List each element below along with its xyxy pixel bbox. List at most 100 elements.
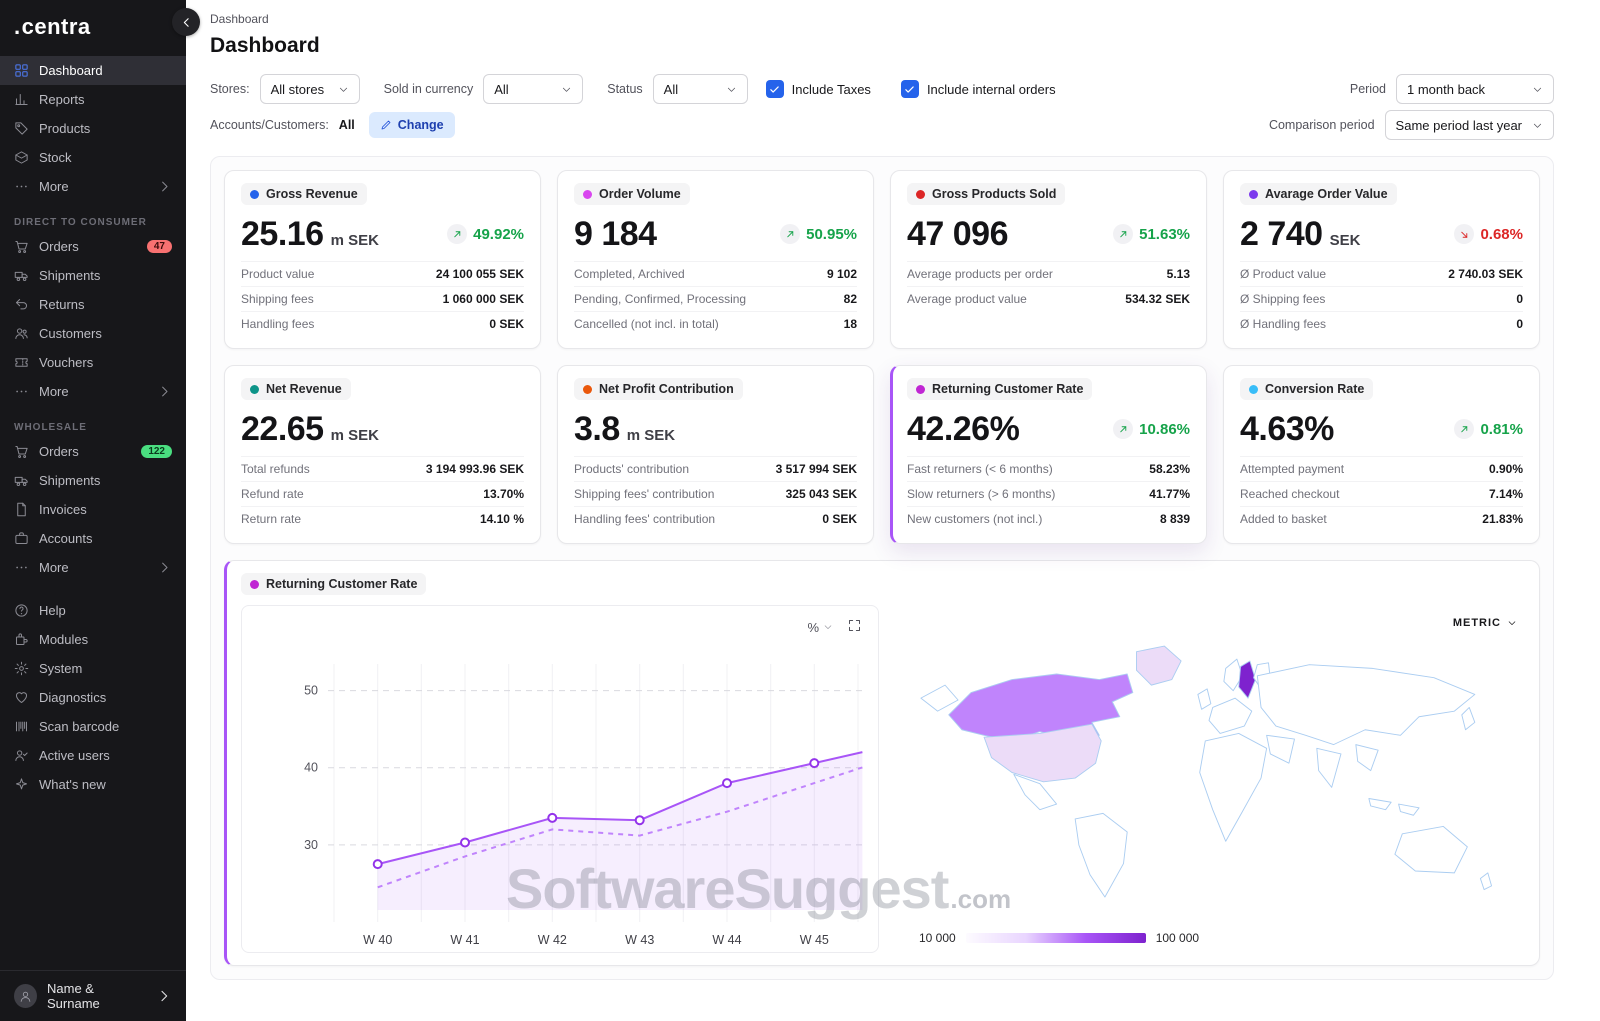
sidebar-item-products[interactable]: Products <box>0 114 186 143</box>
metric-card-returning-customer-rate[interactable]: Returning Customer Rate 42.26% 10.86% Fa… <box>890 365 1207 544</box>
metric-card-gross-products-sold[interactable]: Gross Products Sold 47 096 51.63% Averag… <box>890 170 1207 349</box>
metric-badge: Net Revenue <box>241 378 351 400</box>
expand-icon[interactable] <box>847 618 862 636</box>
comparison-period-select[interactable]: Same period last year <box>1384 110 1554 140</box>
metric-row: Refund rate 13.70% <box>241 481 524 506</box>
include-taxes-checkbox[interactable]: Include Taxes <box>765 80 871 98</box>
metric-dot-icon <box>583 189 592 199</box>
metric-row: Ø Product value 2 740.03 SEK <box>1240 261 1523 286</box>
sidebar-item-dtc-returns[interactable]: Returns <box>0 290 186 319</box>
sidebar-item-modules[interactable]: Modules <box>0 625 186 654</box>
metric-row: Products' contribution 3 517 994 SEK <box>574 456 857 481</box>
metric-row: Reached checkout 7.14% <box>1240 481 1523 506</box>
sidebar-item-ws-shipments[interactable]: Shipments <box>0 466 186 495</box>
metric-row: Completed, Archived 9 102 <box>574 261 857 286</box>
sidebar-item-dtc-shipments[interactable]: Shipments <box>0 261 186 290</box>
sidebar-item-active-users[interactable]: Active users <box>0 741 186 770</box>
sidebar-item-dtc-more[interactable]: More <box>0 377 186 406</box>
metric-row: Average products per order 5.13 <box>907 261 1190 286</box>
svg-text:W 45: W 45 <box>800 933 829 947</box>
svg-text:W 42: W 42 <box>538 933 567 947</box>
sidebar-item-dtc-orders[interactable]: Orders 47 <box>0 232 186 261</box>
status-select[interactable]: All <box>652 74 748 104</box>
metric-dot-icon <box>916 384 925 394</box>
users-icon <box>14 326 29 341</box>
metric-card-net-revenue[interactable]: Net Revenue 22.65 m SEK Total refunds 3 19… <box>224 365 541 544</box>
sidebar-item-reports[interactable]: Reports <box>0 85 186 114</box>
unit-selector[interactable]: % <box>807 620 833 635</box>
sidebar-item-ws-invoices[interactable]: Invoices <box>0 495 186 524</box>
truck-icon <box>14 473 29 488</box>
map-region-alaska <box>920 684 959 712</box>
heart-icon <box>14 690 29 705</box>
metric-value: 3.8 <box>574 409 620 448</box>
breadcrumb[interactable]: Dashboard <box>210 12 1554 26</box>
sidebar-item-ws-orders[interactable]: Orders 122 <box>0 437 186 466</box>
currency-select[interactable]: All <box>483 74 584 104</box>
metric-card-net-profit-contribution[interactable]: Net Profit Contribution 3.8 m SEK Product… <box>557 365 874 544</box>
sidebar-item-stock[interactable]: Stock <box>0 143 186 172</box>
back-button[interactable] <box>172 8 200 36</box>
sidebar-item-more-top[interactable]: More <box>0 172 186 201</box>
metric-card-gross-revenue[interactable]: Gross Revenue 25.16 m SEK 49.92% Product … <box>224 170 541 349</box>
sidebar-item-dtc-customers[interactable]: Customers <box>0 319 186 348</box>
avatar <box>14 984 37 1008</box>
metric-dropdown[interactable]: METRIC <box>1453 617 1517 629</box>
metric-badge: Returning Customer Rate <box>907 378 1093 400</box>
sidebar-item-dashboard[interactable]: Dashboard <box>0 56 186 85</box>
metric-card-order-volume[interactable]: Order Volume 9 184 50.95% Completed, Arc… <box>557 170 874 349</box>
map-region-south-america <box>1074 812 1128 898</box>
sparkle-icon <box>14 777 29 792</box>
metric-value: 47 096 <box>907 214 1009 253</box>
legend-min: 10 000 <box>919 931 956 945</box>
sidebar-item-system[interactable]: System <box>0 654 186 683</box>
metric-unit: m SEK <box>330 426 379 444</box>
metric-card-conversion-rate[interactable]: Conversion Rate 4.63% 0.81% Attempted pa… <box>1223 365 1540 544</box>
sidebar-item-scan-barcode[interactable]: Scan barcode <box>0 712 186 741</box>
svg-text:50: 50 <box>304 684 318 698</box>
help-icon <box>14 603 29 618</box>
orders-count-badge: 122 <box>141 445 172 458</box>
chevron-down-icon <box>1532 84 1543 95</box>
sidebar-item-diagnostics[interactable]: Diagnostics <box>0 683 186 712</box>
period-select[interactable]: 1 month back <box>1396 74 1554 104</box>
map-region-europe <box>1208 697 1253 734</box>
comparison-period-label: Comparison period <box>1268 118 1375 132</box>
world-map[interactable] <box>893 605 1525 953</box>
map-region-indonesia <box>1368 798 1392 811</box>
include-internal-orders-checkbox[interactable]: Include internal orders <box>900 80 1056 98</box>
metric-card-average-order-value[interactable]: Avarage Order Value 2 740 SEK 0.68% Ø Pro… <box>1223 170 1540 349</box>
metric-row: Pending, Confirmed, Processing 82 <box>574 286 857 311</box>
sidebar-item-help[interactable]: Help <box>0 596 186 625</box>
trend-up-icon <box>1113 224 1134 244</box>
trend-down-icon <box>1454 224 1475 244</box>
chevron-down-icon <box>726 84 737 95</box>
truck-icon <box>14 268 29 283</box>
pencil-icon <box>380 119 392 131</box>
period-label: Period <box>1349 82 1386 96</box>
metric-value: 22.65 <box>241 409 324 448</box>
map-region-africa <box>1199 732 1268 842</box>
accounts-customers-label: Accounts/Customers: <box>210 118 329 132</box>
stores-select[interactable]: All stores <box>259 74 360 104</box>
metric-unit: SEK <box>1329 231 1361 249</box>
main-content: Dashboard Dashboard Stores: All stores S… <box>186 0 1600 1021</box>
metric-row: Ø Handling fees 0 <box>1240 311 1523 336</box>
sidebar-item-ws-more[interactable]: More <box>0 553 186 582</box>
cart-icon <box>14 444 29 459</box>
chevron-right-icon <box>157 384 172 399</box>
metric-row: Added to basket 21.83% <box>1240 506 1523 531</box>
svg-text:30: 30 <box>304 838 318 852</box>
user-menu[interactable]: Name & Surname <box>0 970 186 1021</box>
change-button[interactable]: Change <box>368 112 455 138</box>
status-label: Status <box>607 82 643 96</box>
map-legend: 10 000 100 000 <box>919 931 1199 945</box>
sidebar-item-whats-new[interactable]: What's new <box>0 770 186 799</box>
sidebar-item-dtc-vouchers[interactable]: Vouchers <box>0 348 186 377</box>
metric-dot-icon <box>1249 384 1258 394</box>
sidebar-item-ws-accounts[interactable]: Accounts <box>0 524 186 553</box>
chevron-down-icon <box>338 84 349 95</box>
panel-badge: Returning Customer Rate <box>241 573 427 595</box>
svg-text:W 43: W 43 <box>625 933 654 947</box>
cart-icon <box>14 239 29 254</box>
